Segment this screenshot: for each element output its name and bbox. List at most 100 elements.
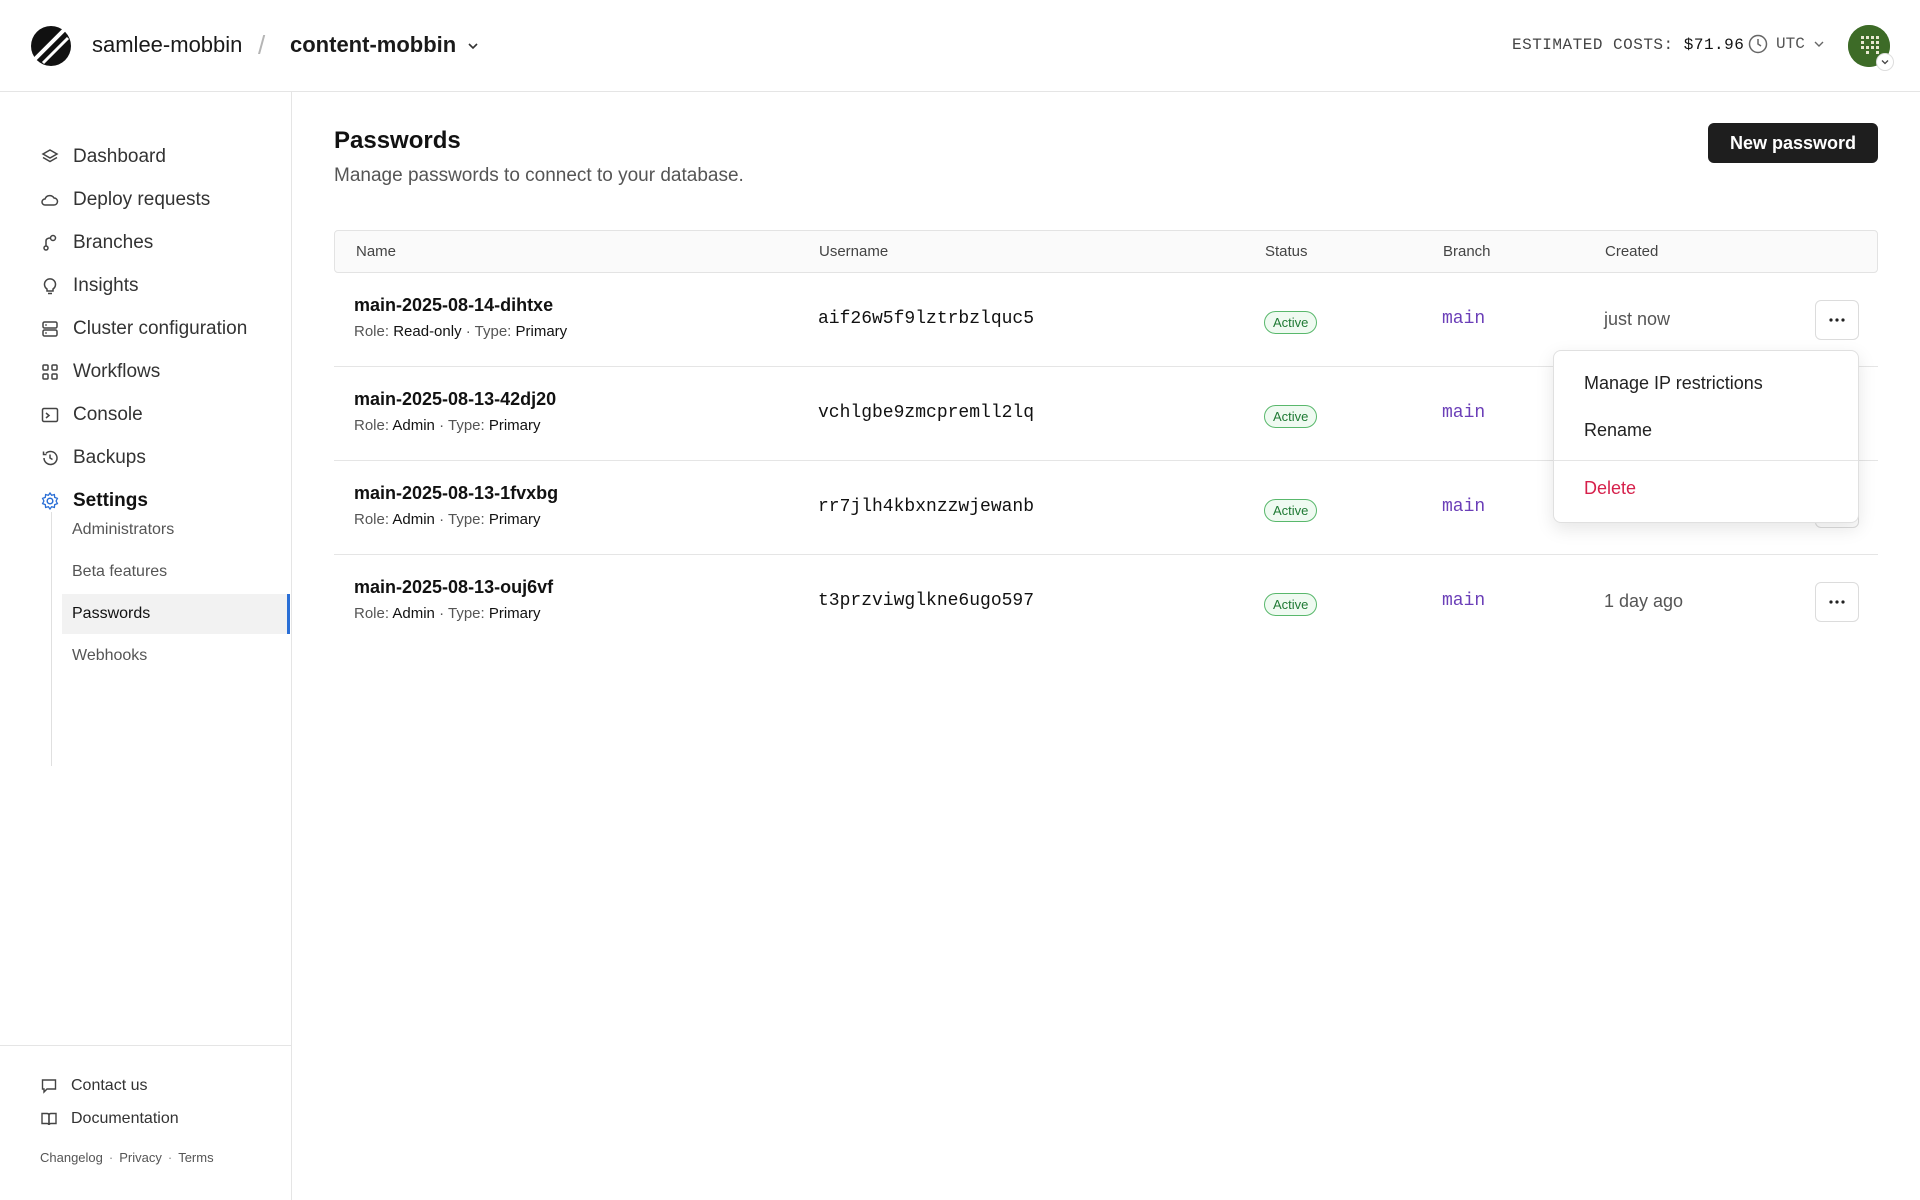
password-meta: Role: Read-only · Type: Primary (354, 323, 567, 340)
costs-value: $71.96 (1683, 36, 1745, 54)
clock-icon (1748, 34, 1768, 54)
column-header-status: Status (1265, 243, 1308, 260)
changelog-link[interactable]: Changelog (40, 1150, 103, 1165)
branch-link[interactable]: main (1442, 591, 1485, 611)
dot-separator: · (167, 1150, 173, 1165)
subnav-item-administrators[interactable]: Administrators (62, 510, 290, 550)
type-value: Primary (488, 417, 541, 434)
history-icon (42, 450, 58, 466)
sidebar-item-backups[interactable]: Backups (40, 443, 146, 473)
menu-item-delete[interactable]: Delete (1584, 478, 1636, 499)
password-meta: Role: Admin · Type: Primary (354, 605, 541, 622)
password-name[interactable]: main-2025-08-13-1fvxbg (354, 483, 558, 504)
subnav-item-beta-features[interactable]: Beta features (62, 552, 290, 592)
lightbulb-icon (43, 278, 57, 295)
status-badge: Active (1264, 311, 1318, 334)
sidebar-item-label: Branches (73, 232, 154, 253)
top-bar: samlee-mobbin / content-mobbin ESTIMATED… (0, 0, 1920, 92)
role-label: Role: (354, 417, 390, 434)
dot-separator: · (108, 1150, 114, 1165)
sidebar-item-workflows[interactable]: Workflows (40, 357, 160, 387)
timezone-label: UTC (1776, 35, 1805, 53)
menu-item-manage-ip-restrictions[interactable]: Manage IP restrictions (1584, 373, 1763, 394)
table-header: Name Username Status Branch Created (334, 230, 1878, 273)
password-name[interactable]: main-2025-08-13-42dj20 (354, 389, 556, 410)
sidebar-item-label: Cluster configuration (73, 318, 248, 339)
timezone-selector[interactable]: UTC (1748, 34, 1825, 54)
row-actions-button[interactable] (1815, 582, 1859, 622)
branch-link[interactable]: main (1442, 309, 1485, 329)
branch-link[interactable]: main (1442, 497, 1485, 517)
username: aif26w5f9lztrbzlquc5 (818, 309, 1035, 329)
type-value: Primary (488, 511, 541, 528)
menu-item-rename[interactable]: Rename (1584, 420, 1652, 441)
subnav-item-passwords[interactable]: Passwords (62, 594, 290, 634)
sidebar-item-insights[interactable]: Insights (40, 271, 138, 301)
role-label: Role: (354, 323, 390, 340)
chevron-down-icon (1814, 41, 1824, 47)
planetscale-logo[interactable] (30, 25, 72, 67)
username: rr7jlh4kbxnzzwjewanb (818, 497, 1035, 517)
book-icon (41, 1112, 57, 1126)
costs-label: ESTIMATED COSTS: (1512, 36, 1674, 54)
terminal-icon (41, 407, 59, 423)
role-label: Role: (354, 605, 390, 622)
status-badge: Active (1264, 593, 1318, 616)
sidebar-item-label: Workflows (73, 361, 161, 382)
sidebar-item-branches[interactable]: Branches (40, 228, 153, 258)
subnav-divider (51, 512, 52, 766)
documentation-link[interactable]: Documentation (40, 1110, 179, 1128)
breadcrumb-separator: / (258, 30, 266, 60)
table-row: main-2025-08-13-ouj6vf Role: Admin · Typ… (334, 555, 1878, 649)
sidebar-item-label: Settings (73, 490, 148, 511)
sidebar-item-cluster-configuration[interactable]: Cluster configuration (40, 314, 247, 344)
status-badge: Active (1264, 405, 1318, 428)
org-name[interactable]: samlee-mobbin (92, 32, 242, 58)
sidebar-item-label: Console (73, 404, 143, 425)
privacy-link[interactable]: Privacy (119, 1150, 162, 1165)
username: vchlgbe9zmcpremll2lq (818, 403, 1035, 423)
more-horizontal-icon (1829, 318, 1845, 322)
password-meta: Role: Admin · Type: Primary (354, 511, 541, 528)
password-name[interactable]: main-2025-08-14-dihtxe (354, 295, 553, 316)
password-name[interactable]: main-2025-08-13-ouj6vf (354, 577, 553, 598)
role-label: Role: (354, 511, 390, 528)
column-header-branch: Branch (1443, 243, 1491, 260)
footer-links: Changelog · Privacy · Terms (40, 1150, 214, 1165)
type-label: Type: (447, 605, 485, 622)
role-value: Admin (392, 511, 435, 528)
workflow-icon (42, 364, 58, 380)
menu-divider (1554, 460, 1858, 461)
estimated-costs: ESTIMATED COSTS: $71.96 (1512, 36, 1744, 54)
gear-icon (41, 491, 59, 511)
new-password-button[interactable]: New password (1708, 123, 1878, 163)
sidebar-item-deploy-requests[interactable]: Deploy requests (40, 185, 210, 215)
type-value: Primary (488, 605, 541, 622)
database-switcher[interactable]: content-mobbin (290, 32, 480, 58)
column-header-created: Created (1605, 243, 1659, 260)
branch-link[interactable]: main (1442, 403, 1485, 423)
meta-separator: · (465, 323, 471, 340)
type-label: Type: (447, 511, 485, 528)
column-header-name: Name (356, 243, 397, 260)
page-subtitle: Manage passwords to connect to your data… (334, 165, 744, 186)
created-time: 1 day ago (1604, 591, 1684, 611)
column-header-username: Username (819, 243, 889, 260)
password-meta: Role: Admin · Type: Primary (354, 417, 541, 434)
created-time: just now (1604, 309, 1671, 329)
terms-link[interactable]: Terms (178, 1150, 213, 1165)
layers-icon (41, 149, 59, 163)
subnav-item-webhooks[interactable]: Webhooks (62, 636, 290, 676)
type-label: Type: (447, 417, 485, 434)
sidebar-item-console[interactable]: Console (40, 400, 143, 430)
contact-us-link[interactable]: Contact us (40, 1077, 147, 1095)
type-value: Primary (515, 323, 568, 340)
sidebar-item-label: Insights (73, 275, 139, 296)
avatar-chevron-icon[interactable] (1876, 53, 1894, 71)
branch-icon (43, 234, 57, 251)
sidebar-item-dashboard[interactable]: Dashboard (40, 142, 166, 172)
row-actions-button[interactable] (1815, 300, 1859, 340)
chat-icon (41, 1079, 57, 1094)
row-actions-menu: Manage IP restrictions Rename Delete (1553, 350, 1859, 523)
meta-separator: · (439, 417, 445, 434)
